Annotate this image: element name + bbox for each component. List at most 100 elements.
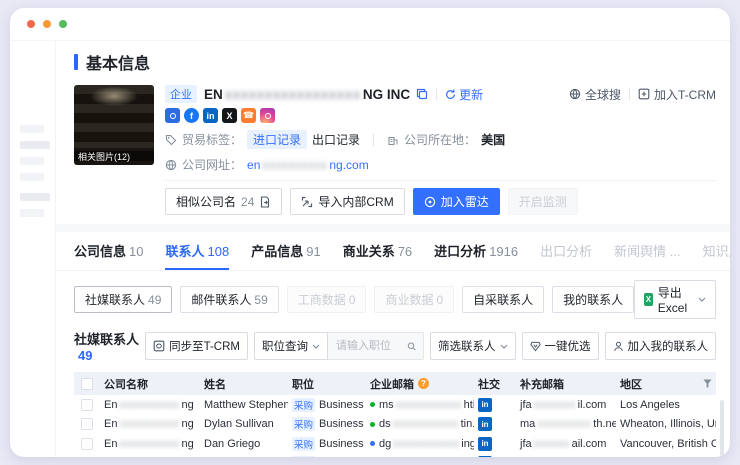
company-photo[interactable]: 相关图片(12) (74, 85, 154, 165)
company-name-cell[interactable]: Enxxxxxxxxxxng (100, 418, 200, 430)
company-name-cell[interactable]: Enxxxxxxxxxxng (100, 438, 200, 450)
select-all-checkbox[interactable] (81, 378, 93, 390)
section-title: 社媒联系人49 (74, 329, 145, 363)
contacts-table: 公司名称 姓名 职位 企业邮箱? 社交 补充邮箱 地区 Enxxxxxxxxxx… (74, 372, 716, 457)
chip-label: 工商数据 (298, 293, 346, 307)
scrollbar-thumb[interactable] (720, 400, 724, 456)
divider (436, 88, 437, 100)
filter-contacts-dropdown[interactable]: 筛选联系人 (430, 332, 516, 360)
tab-count: 10 (129, 244, 143, 259)
role-badge: 采购 (292, 398, 315, 412)
help-icon[interactable]: ? (418, 378, 429, 389)
linkedin-icon[interactable]: in (478, 417, 492, 431)
window-minimize-button[interactable] (43, 20, 51, 28)
table-toolbar: 社媒联系人49 同步至T-CRM 职位查询 (74, 329, 716, 363)
global-search-link[interactable]: 全球搜 (569, 86, 621, 103)
chevron-down-icon (500, 344, 508, 349)
column-header-social: 社交 (474, 376, 516, 392)
column-header-alt-email: 补充邮箱 (516, 376, 616, 392)
chip-我的联系人[interactable]: 我的联系人 (552, 286, 634, 313)
company-name-cell[interactable]: Enxxxxxxxxxxng (100, 399, 200, 411)
import-icon (301, 196, 313, 208)
tab-count: 91 (306, 244, 320, 259)
tab-label: 产品信息 (251, 244, 303, 259)
position-cell: 采购 Business Devel... (288, 398, 366, 412)
tab-产品信息[interactable]: 产品信息91 (251, 241, 320, 270)
linkedin-icon[interactable]: in (478, 456, 492, 457)
window-maximize-button[interactable] (59, 20, 67, 28)
blurred-text: xxxxxxxxxxx (393, 438, 459, 450)
window-close-button[interactable] (27, 20, 35, 28)
tab-label: 知识产权 (703, 244, 730, 259)
chevron-down-icon (312, 344, 320, 349)
linkedin-icon[interactable]: in (478, 398, 492, 412)
tab-出口分析: 出口分析 (540, 241, 592, 270)
column-header-company: 公司名称 (100, 376, 200, 392)
website-icon[interactable] (165, 108, 180, 123)
region-cell: Vancouver, British Colu... (616, 438, 716, 450)
tab-商业关系[interactable]: 商业关系76 (343, 241, 412, 270)
instagram-icon[interactable] (260, 108, 275, 123)
import-record-badge[interactable]: 进口记录 (247, 130, 307, 149)
chip-label: 商业数据 (385, 293, 433, 307)
chip-count: 59 (254, 293, 267, 307)
tabs-bar: 公司信息10 联系人108 产品信息91 商业关系76 进口分析1916 出口分析 新闻舆情… (56, 232, 730, 271)
update-button[interactable]: 更新 (445, 86, 483, 103)
blurred-text: xxxxxx (534, 438, 570, 450)
alt-email-cell: maxxxxxxxxxth.net (516, 418, 616, 430)
tab-公司信息[interactable]: 公司信息10 (74, 241, 143, 270)
tab-联系人[interactable]: 联系人108 (165, 241, 229, 270)
table-header: 公司名称 姓名 职位 企业邮箱? 社交 补充邮箱 地区 (74, 372, 716, 395)
position-search-input[interactable] (334, 339, 407, 353)
nav-skeleton-item[interactable] (20, 125, 44, 133)
row-checkbox[interactable] (81, 418, 93, 430)
join-tcrm-link[interactable]: 加入T-CRM (638, 86, 716, 103)
nav-skeleton-item[interactable] (20, 157, 44, 165)
row-checkbox[interactable] (81, 438, 93, 450)
position-text: Business Devel... (319, 399, 366, 411)
similar-company-button[interactable]: 相似公司名 24 (165, 188, 282, 215)
linkedin-icon[interactable]: in (478, 437, 492, 451)
export-excel-button[interactable]: X 导出Excel (634, 280, 716, 319)
chip-邮件联系人[interactable]: 邮件联系人59 (180, 286, 278, 313)
linkedin-icon[interactable]: in (203, 108, 218, 123)
chip-自采联系人[interactable]: 自采联系人 (462, 286, 544, 313)
table-row: EnxxxxxxxxxxngMatthew Stephen采购Business … (74, 395, 716, 415)
email-cell: dgxxxxxxxxxxxing... (366, 438, 474, 450)
row-checkbox[interactable] (81, 399, 93, 411)
location-icon (387, 134, 399, 146)
company-type-badge: 企业 (165, 85, 197, 103)
search-icon[interactable] (407, 341, 417, 352)
contacts-table-body: EnxxxxxxxxxxngMatthew Stephen采购Business … (74, 395, 716, 457)
website-link[interactable]: enxxxxxxxxxxng.com (247, 158, 369, 172)
chip-count: 0 (349, 293, 356, 307)
table-row: EnxxxxxxxxxxngDylan Sullivan采购Business D… (74, 415, 716, 435)
chip-label: 邮件联系人 (191, 293, 251, 307)
nav-skeleton-item[interactable] (20, 141, 50, 149)
import-internal-crm-button[interactable]: 导入内部CRM (290, 188, 404, 215)
one-click-select-button[interactable]: 一键优选 (522, 332, 599, 360)
add-radar-button[interactable]: 加入雷达 (413, 188, 500, 215)
nav-skeleton-item[interactable] (20, 193, 50, 201)
radar-icon (424, 196, 436, 208)
tab-进口分析[interactable]: 进口分析1916 (434, 241, 518, 270)
sync-tcrm-button[interactable]: 同步至T-CRM (145, 332, 248, 360)
chip-商业数据: 商业数据0 (374, 286, 454, 313)
nav-skeleton-item[interactable] (20, 209, 44, 217)
export-record-label[interactable]: 出口记录 (312, 131, 360, 148)
nav-skeleton-item[interactable] (20, 173, 44, 181)
facebook-icon[interactable]: f (184, 108, 199, 123)
tab-label: 联系人 (165, 244, 204, 259)
x-icon[interactable]: X (222, 108, 237, 123)
trade-tag-icon (165, 134, 177, 146)
chip-社媒联系人[interactable]: 社媒联系人49 (74, 286, 172, 313)
add-to-my-contacts-button[interactable]: 加入我的联系人 (605, 332, 717, 360)
blurred-text: xxxxxxxxx (537, 418, 591, 430)
position-text: Business Devel... (319, 418, 366, 430)
position-query-dropdown[interactable]: 职位查询 (254, 332, 328, 360)
tab-label: 新闻舆情 ... (614, 244, 680, 259)
phone-icon[interactable]: ☎ (241, 108, 256, 123)
copy-icon[interactable] (416, 88, 428, 100)
filter-icon[interactable] (703, 379, 712, 388)
app-window: 基本信息 相关图片(12) 企业 ENxxxxxxxxxxxxxxxxxNG I… (10, 8, 730, 457)
